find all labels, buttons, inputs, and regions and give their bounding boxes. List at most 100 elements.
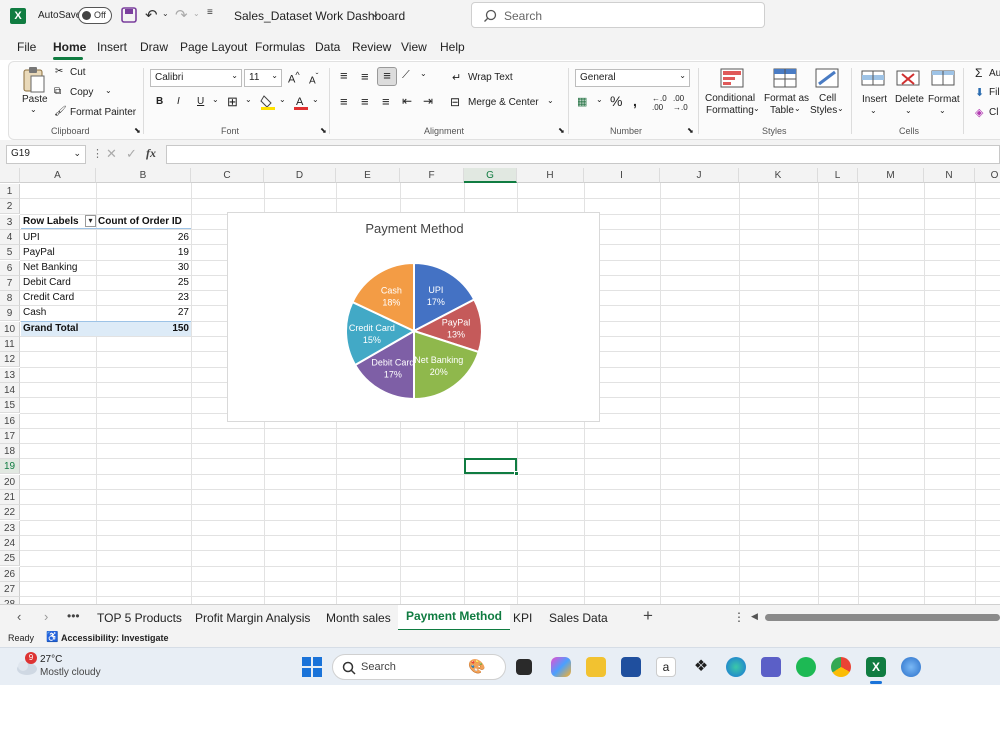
- insert-dropdown-icon[interactable]: ⌄: [870, 106, 877, 115]
- align-center-icon[interactable]: ≡: [361, 94, 369, 109]
- column-header-m[interactable]: M: [858, 168, 924, 183]
- save-icon[interactable]: [121, 7, 137, 23]
- pivot-row-count[interactable]: 23: [98, 290, 189, 305]
- align-right-icon[interactable]: ≡: [382, 94, 390, 109]
- delete-cells-label[interactable]: Delete: [895, 94, 924, 105]
- format-dropdown-icon[interactable]: ⌄: [939, 106, 946, 115]
- row-header-4[interactable]: 4: [0, 229, 20, 245]
- row-header-1[interactable]: 1: [0, 184, 20, 199]
- wrap-text-button[interactable]: Wrap Text: [468, 72, 513, 83]
- copilot-icon[interactable]: [551, 657, 571, 677]
- row-header-2[interactable]: 2: [0, 199, 20, 215]
- conditional-formatting-label-2[interactable]: Formatting: [706, 105, 754, 116]
- column-header-j[interactable]: J: [660, 168, 739, 183]
- number-launcher-icon[interactable]: ⬊: [687, 126, 694, 135]
- fill-label[interactable]: Fil: [989, 87, 1000, 98]
- percent-icon[interactable]: %: [610, 93, 622, 109]
- increase-decimal-icon[interactable]: ←.0.00: [652, 94, 667, 112]
- pivot-row-count[interactable]: 30: [98, 260, 189, 275]
- row-header-14[interactable]: 14: [0, 382, 20, 398]
- more-options-icon[interactable]: ⋮: [92, 147, 103, 160]
- row-header-22[interactable]: 22: [0, 505, 20, 521]
- merge-dropdown-icon[interactable]: ⌄: [547, 96, 554, 105]
- row-header-26[interactable]: 26: [0, 566, 20, 582]
- windows-start-icon[interactable]: [302, 657, 322, 677]
- app-icon[interactable]: [901, 657, 921, 677]
- spotify-icon[interactable]: [796, 657, 816, 677]
- font-color-icon[interactable]: A: [293, 94, 309, 110]
- column-header-k[interactable]: K: [739, 168, 818, 183]
- more-sheets-icon[interactable]: •••: [67, 609, 80, 623]
- paste-dropdown-icon[interactable]: ⌄: [30, 105, 37, 114]
- sheet-tab[interactable]: Month sales: [326, 611, 391, 625]
- next-sheet-icon[interactable]: ›: [44, 609, 48, 624]
- align-top-icon[interactable]: ≡: [340, 68, 348, 83]
- confirm-entry-icon[interactable]: ✓: [126, 146, 137, 162]
- format-table-dropdown-icon[interactable]: ⌄: [794, 104, 801, 113]
- accounting-dropdown-icon[interactable]: ⌄: [596, 95, 603, 104]
- accessibility-icon[interactable]: ♿: [46, 632, 58, 643]
- borders-dropdown-icon[interactable]: ⌄: [245, 95, 252, 104]
- column-header-b[interactable]: B: [96, 168, 191, 183]
- cell-styles-dropdown-icon[interactable]: ⌄: [837, 104, 844, 113]
- bold-button[interactable]: B: [156, 96, 163, 107]
- column-header-n[interactable]: N: [924, 168, 975, 183]
- formula-input[interactable]: [166, 145, 1000, 164]
- accounting-format-icon[interactable]: ▦: [577, 95, 587, 108]
- row-header-25[interactable]: 25: [0, 551, 20, 567]
- edge-icon[interactable]: [726, 657, 746, 677]
- redo-icon[interactable]: ↷: [175, 6, 188, 24]
- pivot-row-label[interactable]: UPI: [23, 230, 40, 245]
- cell-styles-icon[interactable]: [815, 68, 839, 88]
- file-title[interactable]: Sales_Dataset Work Dashboard: [234, 9, 405, 23]
- file-explorer-icon[interactable]: [586, 657, 606, 677]
- format-as-table-label-2[interactable]: Table: [770, 105, 794, 116]
- column-header-c[interactable]: C: [191, 168, 264, 183]
- align-middle-icon[interactable]: ≡: [361, 69, 369, 84]
- pivot-row-label[interactable]: Debit Card: [23, 275, 71, 290]
- orientation-dropdown-icon[interactable]: ⌄: [420, 69, 427, 78]
- clipboard-launcher-icon[interactable]: ⬊: [134, 126, 141, 135]
- teams-icon[interactable]: [761, 657, 781, 677]
- customize-toolbar-icon[interactable]: ≡: [207, 7, 213, 18]
- insert-function-icon[interactable]: fx: [146, 146, 156, 161]
- conditional-formatting-icon[interactable]: [720, 68, 744, 88]
- font-family-dropdown[interactable]: Calibri ⌄: [150, 69, 242, 87]
- pivot-row-count[interactable]: 19: [98, 245, 189, 260]
- row-header-8[interactable]: 8: [0, 291, 20, 307]
- pivot-total-count[interactable]: 150: [98, 321, 189, 336]
- align-left-icon[interactable]: ≡: [340, 94, 348, 109]
- pivot-row-count[interactable]: 26: [98, 230, 189, 245]
- weather-condition[interactable]: Mostly cloudy: [40, 667, 101, 678]
- conditional-formatting-label-1[interactable]: Conditional: [705, 93, 755, 104]
- select-all-corner[interactable]: [0, 168, 20, 183]
- menu-file[interactable]: File: [17, 40, 36, 54]
- borders-icon[interactable]: ⊞: [227, 94, 238, 110]
- row-header-10[interactable]: 10: [0, 321, 20, 337]
- store-icon[interactable]: [621, 657, 641, 677]
- merge-icon[interactable]: ⊟: [450, 95, 460, 109]
- copy-button[interactable]: Copy: [70, 87, 93, 98]
- sheet-tab[interactable]: TOP 5 Products: [97, 611, 182, 625]
- taskbar-search[interactable]: Search 🎨: [332, 654, 506, 680]
- active-cell-g19[interactable]: [464, 458, 517, 474]
- copy-dropdown-icon[interactable]: ⌄: [105, 86, 112, 95]
- paste-label[interactable]: Paste: [22, 94, 48, 105]
- autosum-icon[interactable]: Σ: [975, 66, 982, 80]
- column-header-l[interactable]: L: [818, 168, 858, 183]
- dropbox-icon[interactable]: ❖: [691, 657, 711, 677]
- sheet-tab[interactable]: KPI: [513, 611, 532, 625]
- column-header-e[interactable]: E: [336, 168, 400, 183]
- increase-indent-icon[interactable]: ⇥: [423, 94, 433, 108]
- comma-style-icon[interactable]: ,: [633, 93, 637, 109]
- row-header-19[interactable]: 19: [0, 459, 20, 475]
- row-header-21[interactable]: 21: [0, 490, 20, 505]
- align-bottom-icon[interactable]: ≡: [377, 67, 397, 86]
- accessibility-status[interactable]: Accessibility: Investigate: [61, 633, 169, 643]
- row-header-23[interactable]: 23: [0, 520, 20, 536]
- pivot-row-count[interactable]: 27: [98, 305, 189, 320]
- alignment-launcher-icon[interactable]: ⬊: [558, 126, 565, 135]
- add-sheet-icon[interactable]: +: [643, 606, 653, 626]
- row-header-20[interactable]: 20: [0, 474, 20, 490]
- scroll-left-icon[interactable]: ◀: [751, 611, 758, 622]
